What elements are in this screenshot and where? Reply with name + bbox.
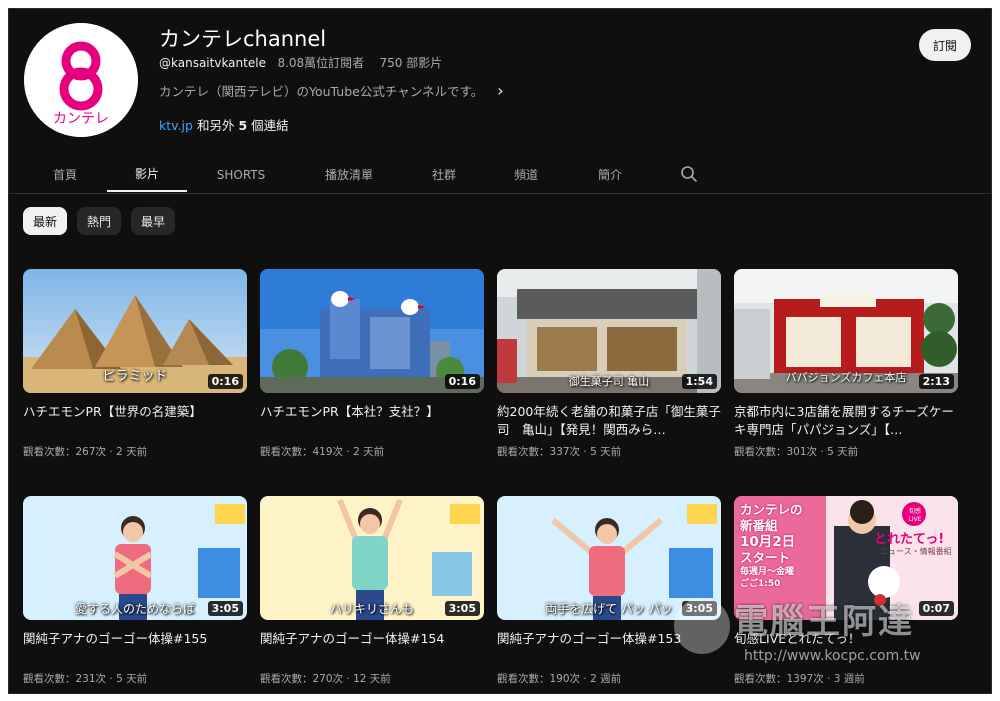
channel-description[interactable]: カンテレ（関西テレビ）のYouTube公式チャンネルです。 ›: [159, 81, 504, 100]
video-duration: 0:16: [207, 374, 243, 389]
video-card[interactable]: 0:16 ハチエモンPR【本社？支社？】 觀看次數：419次 · 2 天前: [260, 269, 484, 459]
video-meta: 觀看次數：267次 · 2 天前: [23, 446, 148, 458]
promo-line: カンテレの: [740, 502, 803, 517]
channel-tabs: 首頁 影片 SHORTS 播放清單 社群 頻道 簡介: [9, 157, 991, 194]
upload-age: 5 天前: [116, 673, 148, 685]
video-title[interactable]: 京都市内に3店舗を展開するチーズケーキ専門店「パパジョンズ」【…: [734, 403, 958, 439]
more-links-count[interactable]: 5: [238, 118, 247, 133]
video-meta: 觀看次數：190次 · 2 週前: [497, 673, 622, 685]
promo-time: ごご1:50: [740, 579, 781, 589]
pyramids-thumbnail[interactable]: ピラミッド 0:16: [23, 269, 247, 393]
video-title[interactable]: 関純子アナのゴーゴー体操#153: [497, 630, 721, 666]
news-program-thumbnail[interactable]: カンテレの 新番組 10月2日 スタート 毎週月～金曜 ごご1:50 とれたてっ…: [734, 496, 958, 620]
cafe-thumbnail[interactable]: パパジョンズカフェ本店 2:13: [734, 269, 958, 393]
video-duration: 3:05: [207, 601, 243, 616]
video-card[interactable]: 両手を広げて パッ パッ 3:05 関純子アナのゴーゴー体操#153 觀看次數：…: [497, 496, 721, 686]
view-count: 觀看次數：270次: [260, 673, 344, 685]
video-meta: 觀看次數：419次 · 2 天前: [260, 446, 385, 458]
chevron-right-icon[interactable]: ›: [497, 81, 503, 100]
video-meta: 觀看次數：337次 · 5 天前: [497, 446, 622, 458]
promo-date: 10月2日: [740, 534, 796, 550]
more-links-suffix[interactable]: 個連結: [251, 118, 289, 133]
video-title[interactable]: 関純子アナのゴーゴー体操#154: [260, 630, 484, 666]
video-duration: 0:16: [444, 374, 480, 389]
channel-avatar[interactable]: カンテレ: [24, 23, 138, 137]
upload-age: 2 週前: [590, 673, 622, 685]
chip-latest[interactable]: 最新: [23, 207, 68, 235]
promo-schedule: 毎週月～金曜: [740, 567, 795, 577]
upload-age: 5 天前: [590, 446, 622, 458]
sort-chips: 最新 熱門 最早: [23, 207, 176, 235]
upload-age: 12 天前: [353, 673, 391, 685]
upload-age: 3 週前: [833, 673, 865, 685]
video-title[interactable]: 旬感LIVEとれたてっ！: [734, 630, 958, 666]
view-count: 觀看次數：190次: [497, 673, 581, 685]
upload-age: 5 天前: [827, 446, 859, 458]
channel-links: ktv.jp 和另外 5 個連結: [159, 115, 289, 134]
search-icon[interactable]: [680, 165, 698, 183]
exercise-thumbnail[interactable]: 愛する人のためならば 3:05: [23, 496, 247, 620]
tab-videos[interactable]: 影片: [107, 157, 187, 192]
video-meta: 觀看次數：301次 · 5 天前: [734, 446, 859, 458]
video-meta: 觀看次數：1397次 · 3 週前: [734, 673, 865, 685]
video-card[interactable]: ピラミッド 0:16 ハチエモンPR【世界の名建築】 觀看次數：267次 · 2…: [23, 269, 247, 459]
video-count: 750 部影片: [379, 56, 443, 70]
tab-shorts[interactable]: SHORTS: [201, 157, 281, 192]
view-count: 觀看次數：1397次: [734, 673, 824, 685]
tab-about[interactable]: 簡介: [575, 157, 645, 192]
video-meta: 觀看次數：270次 · 12 天前: [260, 673, 391, 685]
channel-handle: @kansaitvkantele: [159, 56, 266, 70]
view-count: 觀看次數：419次: [260, 446, 344, 458]
upload-age: 2 天前: [116, 446, 148, 458]
channel-link[interactable]: ktv.jp: [159, 118, 193, 133]
logo-text: カンテレ: [53, 111, 109, 127]
video-duration: 3:05: [444, 601, 480, 616]
channel-stats: @kansaitvkantele 8.08萬位訂閱者 750 部影片: [159, 54, 442, 71]
video-duration: 3:05: [681, 601, 717, 616]
promo-text: カンテレの 新番組 10月2日 スタート 毎週月～金曜 ごご1:50: [740, 502, 803, 590]
exercise-thumbnail[interactable]: ハリキリさんも 3:05: [260, 496, 484, 620]
channel-name: カンテレchannel: [159, 27, 327, 51]
tab-channels[interactable]: 頻道: [491, 157, 561, 192]
show-badge: 旬感LIVE: [908, 508, 922, 523]
video-title[interactable]: ハチエモンPR【世界の名建築】: [23, 403, 247, 439]
chip-oldest[interactable]: 最早: [131, 207, 176, 235]
tab-home[interactable]: 首頁: [31, 157, 99, 192]
subscribe-button[interactable]: 訂閱: [919, 29, 971, 61]
youtube-channel-page: カンテレ カンテレchannel @kansaitvkantele 8.08萬位…: [8, 8, 992, 694]
view-count: 觀看次數：267次: [23, 446, 107, 458]
view-count: 觀看次數：337次: [497, 446, 581, 458]
show-logo: とれたてっ!: [874, 532, 945, 547]
video-title[interactable]: ハチエモンPR【本社？支社？】: [260, 403, 484, 439]
view-count: 觀看次數：301次: [734, 446, 818, 458]
video-meta: 觀看次數：231次 · 5 天前: [23, 673, 148, 685]
shop-thumbnail[interactable]: 御生菓子司 亀山 1:54: [497, 269, 721, 393]
video-card[interactable]: カンテレの 新番組 10月2日 スタート 毎週月～金曜 ごご1:50 とれたてっ…: [734, 496, 958, 686]
view-count: 觀看次數：231次: [23, 673, 107, 685]
exercise-thumbnail[interactable]: 両手を広げて パッ パッ 3:05: [497, 496, 721, 620]
video-title[interactable]: 関純子アナのゴーゴー体操#155: [23, 630, 247, 666]
upload-age: 2 天前: [353, 446, 385, 458]
video-duration: 2:13: [918, 374, 954, 389]
video-duration: 0:07: [918, 601, 954, 616]
more-links-label[interactable]: 和另外: [197, 118, 235, 133]
description-text: カンテレ（関西テレビ）のYouTube公式チャンネルです。: [159, 84, 484, 99]
video-card[interactable]: パパジョンズカフェ本店 2:13 京都市内に3店舗を展開するチーズケーキ専門店「…: [734, 269, 958, 459]
chip-popular[interactable]: 熱門: [77, 207, 122, 235]
video-title[interactable]: 約200年続く老舗の和菓子店「御生菓子司 亀山」【発見！関西みら…: [497, 403, 721, 439]
building-thumbnail[interactable]: 0:16: [260, 269, 484, 393]
show-subtitle: ニュース・情報番組: [880, 547, 952, 556]
subscriber-count: 8.08萬位訂閱者: [277, 56, 365, 70]
video-card[interactable]: ハリキリさんも 3:05 関純子アナのゴーゴー体操#154 觀看次數：270次 …: [260, 496, 484, 686]
tab-playlists[interactable]: 播放清單: [299, 157, 399, 192]
kantele-logo: カンテレ: [24, 23, 138, 137]
video-card[interactable]: 愛する人のためならば 3:05 関純子アナのゴーゴー体操#155 觀看次數：23…: [23, 496, 247, 686]
promo-line: 新番組: [740, 518, 778, 533]
tab-community[interactable]: 社群: [409, 157, 479, 192]
promo-line: スタート: [740, 550, 791, 565]
video-duration: 1:54: [681, 374, 717, 389]
video-card[interactable]: 御生菓子司 亀山 1:54 約200年続く老舗の和菓子店「御生菓子司 亀山」【発…: [497, 269, 721, 459]
